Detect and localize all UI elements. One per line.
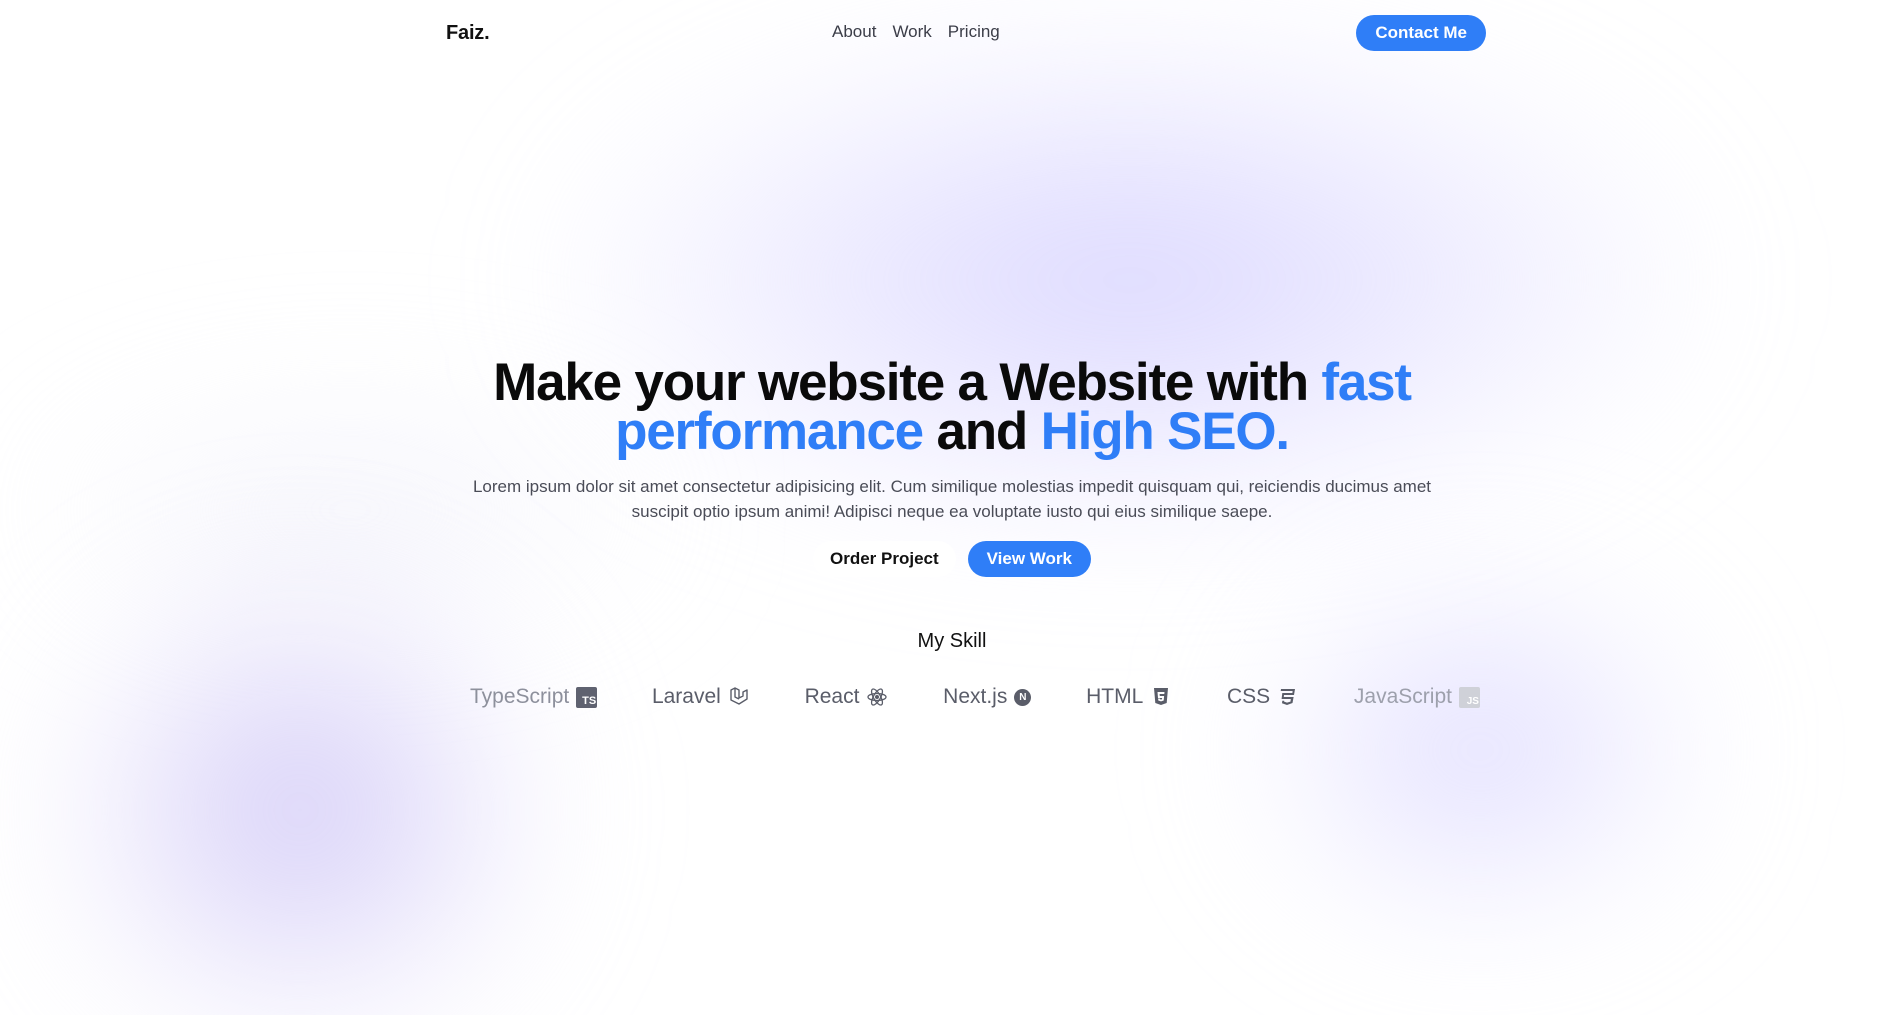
top-navbar: Faiz. About Work Pricing Contact Me — [446, 14, 1486, 52]
order-project-button[interactable]: Order Project — [812, 541, 956, 577]
laravel-icon — [728, 686, 750, 708]
skill-item-laravel: Laravel — [652, 685, 750, 709]
hero-description: Lorem ipsum dolor sit amet consectetur a… — [472, 477, 1432, 521]
skill-label: Next.js — [943, 685, 1008, 708]
background-glow-left — [40, 560, 560, 1015]
skill-item-nextjs: Next.js N — [943, 685, 1032, 709]
javascript-icon: JS — [1458, 686, 1480, 708]
skill-label: JavaScript — [1353, 685, 1452, 708]
skills-list: TypeScript TS Laravel React Next.js N HT… — [470, 680, 1480, 714]
page: Faiz. About Work Pricing Contact Me Make… — [0, 0, 1904, 1015]
skill-item-typescript: TypeScript TS — [470, 685, 598, 709]
site-logo[interactable]: Faiz. — [446, 22, 490, 45]
nav-link-work[interactable]: Work — [892, 22, 931, 42]
skill-label: TypeScript — [470, 685, 570, 708]
nav-links: About Work Pricing — [832, 22, 1000, 42]
hero-actions: Order Project View Work — [0, 541, 1904, 577]
skill-label: React — [804, 685, 860, 708]
react-icon — [866, 686, 888, 708]
nextjs-icon: N — [1014, 688, 1032, 706]
nav-link-pricing[interactable]: Pricing — [948, 22, 1000, 42]
skills-heading: My Skill — [917, 630, 987, 652]
skill-item-javascript: JavaScript JS — [1354, 685, 1480, 709]
skill-item-css: CSS — [1227, 685, 1299, 709]
hero-section: Make your website a Website with fast pe… — [0, 356, 1904, 577]
headline-text-2: and — [922, 402, 1041, 461]
hero-headline: Make your website a Website with fast pe… — [452, 356, 1452, 458]
nav-link-about[interactable]: About — [832, 22, 876, 42]
contact-me-button[interactable]: Contact Me — [1356, 15, 1486, 51]
typescript-icon: TS — [576, 686, 598, 708]
skill-label: Laravel — [651, 685, 721, 708]
headline-accent-high-seo: High SEO. — [1040, 402, 1291, 461]
css3-icon — [1277, 686, 1299, 708]
skill-label: HTML — [1086, 685, 1144, 708]
skill-label: CSS — [1227, 685, 1271, 708]
html5-icon — [1150, 686, 1172, 708]
skill-item-html: HTML — [1086, 685, 1172, 709]
skill-item-react: React — [805, 685, 889, 709]
background-glow-right — [1240, 560, 1720, 940]
view-work-button[interactable]: View Work — [967, 541, 1091, 577]
